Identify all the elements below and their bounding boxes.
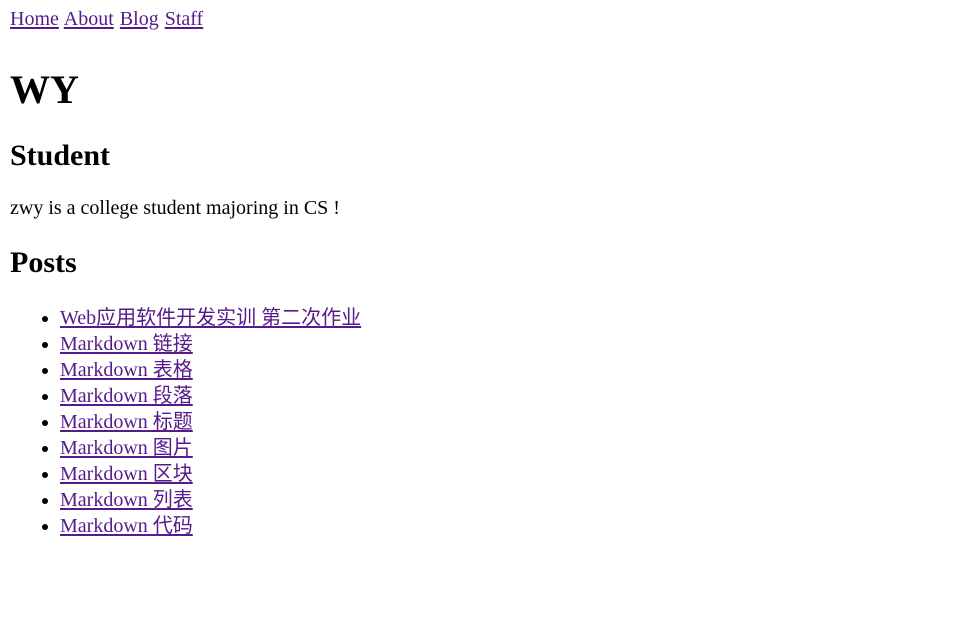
nav-link-staff[interactable]: Staff — [165, 8, 204, 30]
post-link-markdown-paragraphs[interactable]: Markdown 段落 — [60, 385, 193, 407]
list-item: Markdown 标题 — [60, 409, 953, 435]
list-item: Markdown 列表 — [60, 487, 953, 513]
page: Home About Blog Staff WY Student zwy is … — [0, 0, 963, 539]
list-item: Markdown 图片 — [60, 435, 953, 461]
list-item: Markdown 区块 — [60, 461, 953, 487]
post-link-markdown-links[interactable]: Markdown 链接 — [60, 333, 193, 355]
list-item: Markdown 链接 — [60, 331, 953, 357]
list-item: Markdown 代码 — [60, 513, 953, 539]
top-nav: Home About Blog Staff — [10, 8, 953, 31]
post-link-markdown-lists[interactable]: Markdown 列表 — [60, 489, 193, 511]
post-link-markdown-images[interactable]: Markdown 图片 — [60, 437, 193, 459]
list-item: Web应用软件开发实训 第二次作业 — [60, 305, 953, 331]
bio-text: zwy is a college student majoring in CS … — [10, 197, 340, 219]
post-link-web-homework-2[interactable]: Web应用软件开发实训 第二次作业 — [60, 307, 361, 329]
nav-link-blog[interactable]: Blog — [120, 8, 159, 30]
post-link-markdown-blocks[interactable]: Markdown 区块 — [60, 463, 193, 485]
role-heading: Student — [10, 139, 111, 172]
posts-heading: Posts — [10, 246, 77, 279]
nav-link-home[interactable]: Home — [10, 8, 59, 30]
site-title: WY — [10, 67, 79, 112]
nav-link-about[interactable]: About — [64, 8, 114, 30]
post-link-markdown-code[interactable]: Markdown 代码 — [60, 515, 193, 537]
post-list: Web应用软件开发实训 第二次作业 Markdown 链接 Markdown 表… — [10, 305, 953, 539]
post-link-markdown-headings[interactable]: Markdown 标题 — [60, 411, 193, 433]
list-item: Markdown 表格 — [60, 357, 953, 383]
list-item: Markdown 段落 — [60, 383, 953, 409]
post-link-markdown-tables[interactable]: Markdown 表格 — [60, 359, 193, 381]
